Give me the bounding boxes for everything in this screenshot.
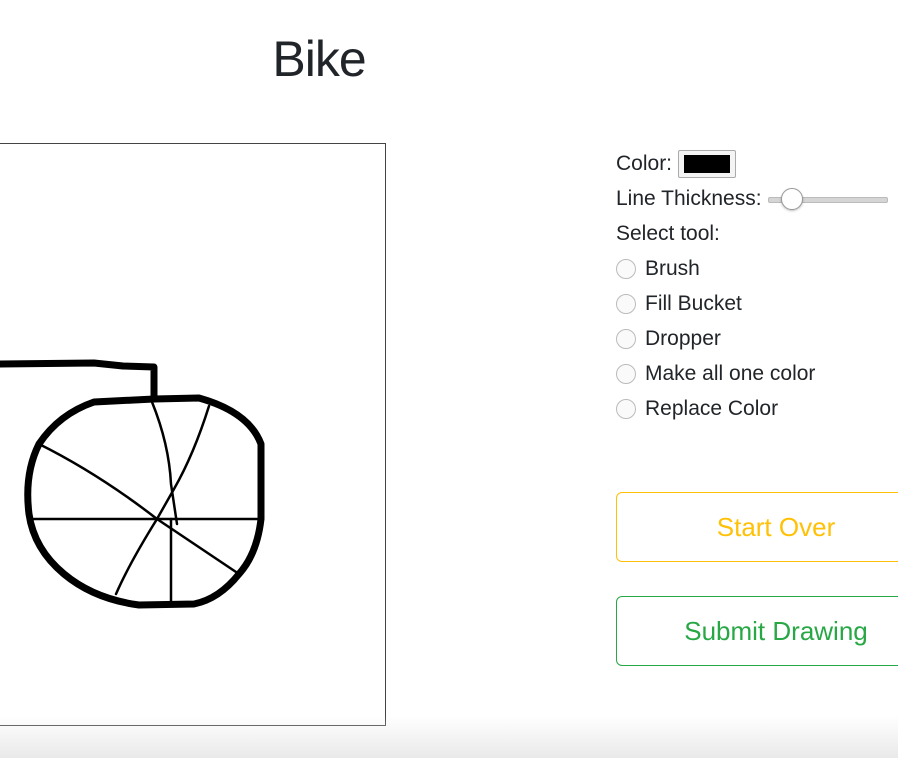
- thickness-slider[interactable]: [767, 184, 888, 214]
- wheel-stroke: [24, 394, 265, 609]
- replace-color-radio[interactable]: [616, 398, 636, 419]
- tool-option-fill-bucket[interactable]: Fill Bucket: [616, 286, 898, 321]
- tool-option-replace-color[interactable]: Replace Color: [616, 391, 898, 426]
- color-picker-fill: [684, 154, 731, 173]
- select-tool-heading-row: Select tool:: [616, 216, 898, 251]
- start-over-button[interactable]: Start Over: [616, 492, 898, 562]
- select-tool-label: Select tool:: [616, 222, 720, 245]
- drawing-page: Bike Color: Line Thickness: Select tool:…: [0, 0, 898, 758]
- tool-option-brush[interactable]: Brush: [616, 251, 898, 286]
- tool-option-make-all-one-color[interactable]: Make all one color: [616, 356, 898, 391]
- tool-option-label: Fill Bucket: [645, 292, 742, 315]
- make-all-one-color-radio[interactable]: [616, 363, 636, 384]
- color-row: Color:: [616, 146, 898, 181]
- tool-option-label: Replace Color: [645, 397, 779, 420]
- color-label: Color:: [616, 152, 673, 175]
- thickness-label: Line Thickness:: [616, 187, 762, 210]
- dropper-radio[interactable]: [616, 328, 636, 349]
- page-title: Bike: [272, 31, 366, 87]
- tool-option-label: Make all one color: [645, 362, 816, 385]
- tool-option-label: Brush: [645, 257, 700, 280]
- tool-option-dropper[interactable]: Dropper: [616, 321, 898, 356]
- drawing-canvas[interactable]: [0, 143, 386, 726]
- submit-drawing-button[interactable]: Submit Drawing: [616, 596, 898, 666]
- thickness-row: Line Thickness:: [616, 181, 898, 216]
- slider-thumb[interactable]: [780, 187, 803, 210]
- fill-bucket-radio[interactable]: [616, 293, 636, 314]
- frame-stroke: [0, 359, 158, 403]
- color-picker[interactable]: [678, 149, 737, 178]
- tool-controls: Color: Line Thickness: Select tool: Brus…: [616, 146, 898, 426]
- tool-option-label: Dropper: [645, 327, 721, 350]
- drawing-surface[interactable]: [0, 144, 386, 726]
- brush-radio[interactable]: [616, 258, 636, 279]
